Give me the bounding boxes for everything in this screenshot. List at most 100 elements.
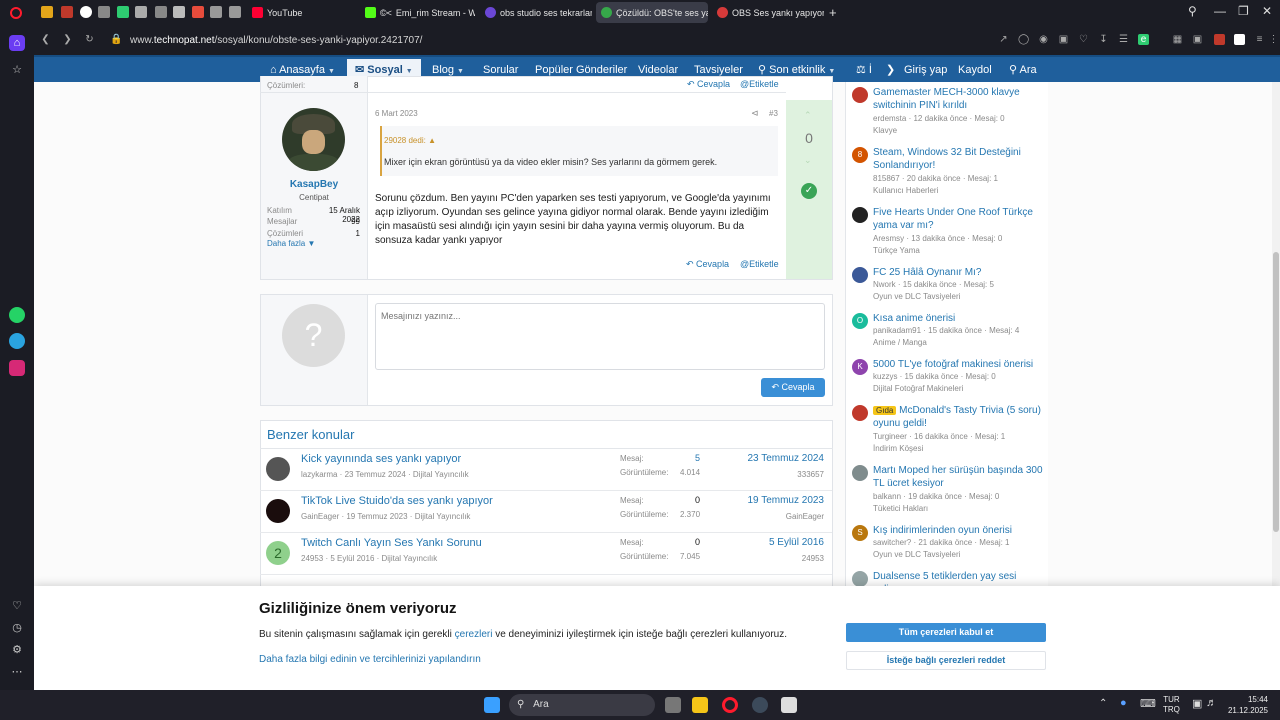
search-link[interactable]: ⚲ Ara bbox=[1009, 62, 1037, 79]
pinned-tab-icon[interactable] bbox=[117, 6, 129, 18]
steam-icon[interactable] bbox=[752, 697, 768, 713]
table-row[interactable]: 2 Twitch Canlı Yayın Ses Yankı Sorunu 24… bbox=[260, 533, 832, 575]
post-username[interactable]: KasapBey bbox=[267, 179, 361, 190]
windows-start-icon[interactable] bbox=[484, 697, 500, 713]
cookie-preferences-link[interactable]: Daha fazla bilgi edinin ve tercihleriniz… bbox=[259, 654, 481, 665]
pinned-tab-icon[interactable] bbox=[41, 6, 53, 18]
prev-tag-link[interactable]: @Etiketle bbox=[740, 79, 779, 89]
register-link[interactable]: Kaydol bbox=[958, 62, 992, 79]
taskbar-search[interactable]: ⚲ Ara bbox=[509, 694, 655, 716]
volume-icon[interactable]: ♬ bbox=[1206, 697, 1217, 709]
item-category[interactable]: Türkçe Yama bbox=[873, 245, 920, 257]
settings-gear-icon[interactable]: ⚙ bbox=[9, 642, 25, 658]
tab-cozuldu[interactable]: Çözüldü: OBS'te ses yankı bbox=[596, 2, 708, 23]
chevron-down-icon[interactable]: ▼ bbox=[828, 68, 835, 75]
reply-link[interactable]: ↶ Cevapla bbox=[686, 259, 729, 270]
thread-title[interactable]: Kick yayınında ses yankı yapıyor bbox=[301, 453, 461, 465]
last-post-user[interactable]: 24953 bbox=[802, 554, 824, 563]
table-row[interactable]: Kick yayınında ses yankı yapıyor lazykar… bbox=[260, 449, 832, 491]
minimize-button[interactable]: — bbox=[1214, 4, 1226, 18]
chevron-down-icon[interactable]: ▼ bbox=[457, 68, 464, 75]
pinned-tab-icon[interactable] bbox=[98, 6, 110, 18]
item-title[interactable]: Kış indirimlerinden oyun önerisi bbox=[873, 524, 1045, 537]
shield-icon[interactable]: ◉ bbox=[1038, 34, 1049, 45]
pinned-tab-icon[interactable] bbox=[173, 6, 185, 18]
item-category[interactable]: Oyun ve DLC Tavsiyeleri bbox=[873, 291, 960, 303]
pinned-tab-icon[interactable] bbox=[135, 6, 147, 18]
last-post-user[interactable]: GainEager bbox=[786, 512, 824, 521]
prev-reply-link[interactable]: ↶ Cevapla bbox=[687, 79, 730, 90]
download-icon[interactable]: ↧ bbox=[1098, 34, 1109, 45]
tab-youtube[interactable]: YouTube bbox=[247, 2, 357, 23]
item-category[interactable]: Klavye bbox=[873, 125, 897, 137]
last-post-date[interactable]: 23 Temmuz 2024 bbox=[747, 453, 824, 464]
tag-link[interactable]: @Etiketle bbox=[740, 259, 779, 269]
item-category[interactable]: İndirim Köşesi bbox=[873, 443, 923, 455]
reply-textarea[interactable] bbox=[375, 303, 825, 370]
item-title[interactable]: Five Hearts Under One Roof Türkçe yama v… bbox=[873, 206, 1045, 232]
home-icon[interactable]: ⌂ bbox=[9, 35, 25, 51]
opera-logo-icon[interactable] bbox=[10, 7, 22, 19]
tray-chevron-up-icon[interactable]: ⌃ bbox=[1099, 698, 1107, 709]
heart-icon[interactable]: ♡ bbox=[9, 598, 25, 614]
cookie-link[interactable]: çerezleri bbox=[455, 629, 493, 640]
chevron-down-icon[interactable]: ▼ bbox=[406, 68, 413, 75]
more-icon[interactable]: ⋯ bbox=[9, 664, 25, 680]
toolbar-icon[interactable] bbox=[1214, 34, 1225, 45]
maximize-button[interactable]: ❐ bbox=[1238, 4, 1249, 18]
opera-taskbar-icon[interactable] bbox=[722, 697, 738, 713]
forward-icon[interactable]: ❯ bbox=[62, 34, 73, 45]
item-category[interactable]: Anime / Manga bbox=[873, 337, 927, 349]
more-info-toggle[interactable]: Daha fazla ▼ bbox=[267, 239, 315, 248]
nav-scroll-right-icon[interactable]: ❯ bbox=[886, 62, 895, 79]
login-link[interactable]: Giriş yap bbox=[904, 62, 947, 79]
chevron-down-icon[interactable]: ▼ bbox=[328, 68, 335, 75]
item-title[interactable]: FC 25 Hâlâ Oynanır Mı? bbox=[873, 266, 1045, 279]
close-window-button[interactable]: ✕ bbox=[1262, 4, 1272, 18]
quote-author[interactable]: 29028 dedi: ▲ bbox=[384, 136, 436, 145]
new-tab-button[interactable]: + bbox=[829, 5, 837, 20]
network-icon[interactable]: ▣ bbox=[1192, 697, 1202, 710]
tab-obs-search[interactable]: obs studio ses tekrarlanıy bbox=[480, 2, 592, 23]
reload-icon[interactable]: ↻ bbox=[84, 34, 95, 45]
last-post-user[interactable]: 333657 bbox=[797, 470, 824, 479]
thread-title[interactable]: TikTok Live Stuido'da ses yankı yapıyor bbox=[301, 495, 493, 507]
file-explorer-icon[interactable] bbox=[692, 697, 708, 713]
item-category[interactable]: Tüketici Hakları bbox=[873, 503, 928, 515]
reply-submit-button[interactable]: ↶ Cevapla bbox=[761, 378, 825, 397]
avatar[interactable] bbox=[282, 108, 345, 171]
item-title[interactable]: 5000 TL'ye fotoğraf makinesi önerisi bbox=[873, 358, 1045, 371]
app-icon[interactable] bbox=[781, 697, 797, 713]
item-category[interactable]: Oyun ve DLC Tavsiyeleri bbox=[873, 549, 960, 561]
clock[interactable]: 15:44 21.12.2025 bbox=[1222, 694, 1268, 716]
input-language[interactable]: TUR TRQ bbox=[1163, 695, 1180, 715]
menu-icon[interactable]: ☰ bbox=[1118, 34, 1129, 45]
item-title[interactable]: Steam, Windows 32 Bit Desteğini Sonlandı… bbox=[873, 146, 1045, 172]
table-row[interactable]: TikTok Live Stuido'da ses yankı yapıyor … bbox=[260, 491, 832, 533]
item-title[interactable]: Gamemaster MECH-3000 klavye switchinin P… bbox=[873, 86, 1045, 112]
tab-obs-echo[interactable]: OBS Ses yankı yapıyor. Ç bbox=[712, 2, 824, 23]
pinned-tab-icon[interactable] bbox=[229, 6, 241, 18]
heart-icon[interactable]: ♡ bbox=[1078, 34, 1089, 45]
whatsapp-icon[interactable] bbox=[9, 307, 25, 323]
microphone-icon[interactable]: ● bbox=[1120, 697, 1127, 709]
upvote-icon[interactable]: ⌃ bbox=[804, 110, 812, 121]
post-date[interactable]: 6 Mart 2023 bbox=[375, 109, 418, 118]
item-category[interactable]: Kullanıcı Haberleri bbox=[873, 185, 938, 197]
item-category[interactable]: Dijital Fotoğraf Makineleri bbox=[873, 383, 963, 395]
solution-check-icon[interactable]: ✓ bbox=[801, 183, 817, 199]
last-post-date[interactable]: 19 Temmuz 2023 bbox=[747, 495, 824, 506]
instagram-icon[interactable] bbox=[9, 360, 25, 376]
thread-title[interactable]: Twitch Canlı Yayın Ses Yankı Sorunu bbox=[301, 537, 482, 549]
pinned-tab-icon[interactable] bbox=[155, 6, 167, 18]
pinned-tab-icon[interactable] bbox=[61, 6, 73, 18]
pinned-tab-icon[interactable] bbox=[192, 6, 204, 18]
extension-icon[interactable]: ▣ bbox=[1058, 34, 1069, 45]
post-number[interactable]: #3 bbox=[769, 109, 778, 118]
share-icon[interactable]: ↗ bbox=[998, 34, 1009, 45]
toolbar-icon[interactable]: ≡ bbox=[1254, 34, 1265, 45]
camera-icon[interactable]: ◯ bbox=[1018, 34, 1029, 45]
telegram-icon[interactable] bbox=[9, 333, 25, 349]
task-view-icon[interactable] bbox=[665, 697, 681, 713]
toolbar-icon[interactable]: ▣ bbox=[1192, 34, 1203, 45]
